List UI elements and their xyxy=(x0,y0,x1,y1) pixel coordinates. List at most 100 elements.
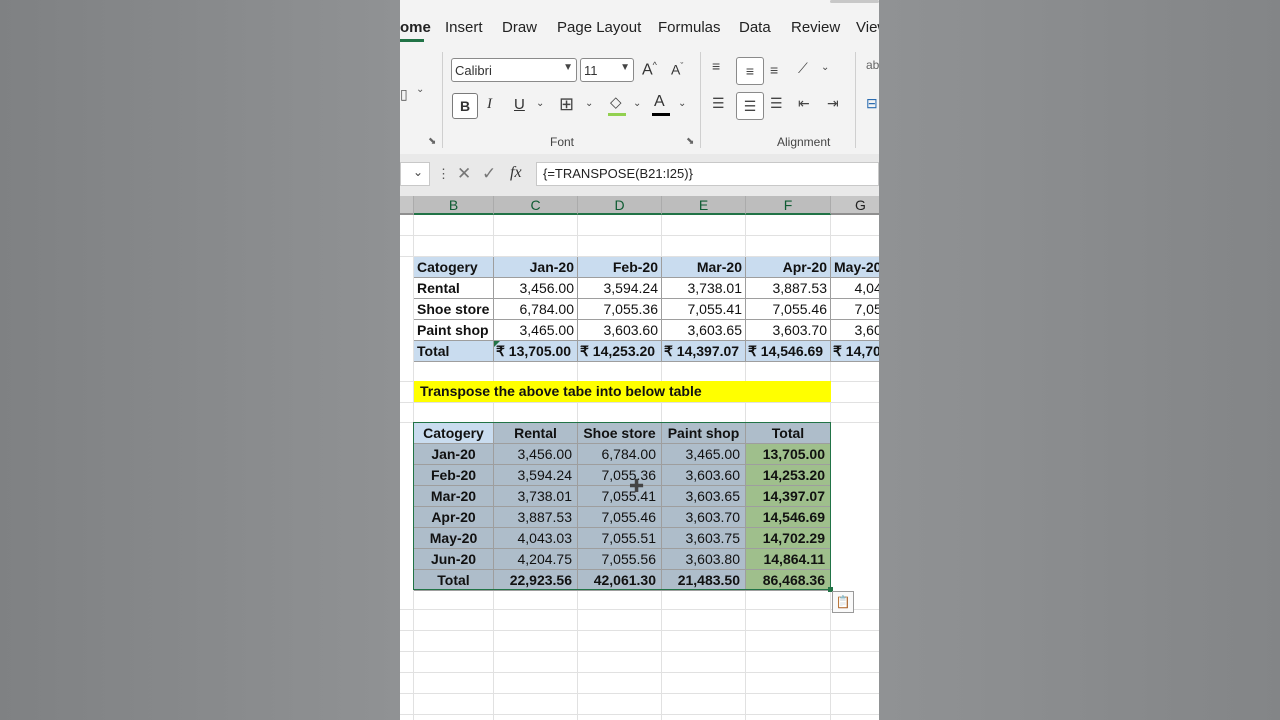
paste-icon[interactable]: ▯ xyxy=(400,86,408,103)
table-cell[interactable]: 3,456.00 xyxy=(494,444,578,465)
table-cell[interactable]: 3,603.75 xyxy=(831,320,879,341)
font-name-combo[interactable]: Calibri ▼ xyxy=(451,58,577,82)
table-cell[interactable]: 3,738.01 xyxy=(494,486,578,507)
column-header-d[interactable]: D xyxy=(578,196,662,215)
table-header-cell[interactable]: Apr-20 xyxy=(746,257,831,278)
table-total-label[interactable]: Total xyxy=(414,570,494,591)
chevron-down-icon[interactable]: ⌄ xyxy=(585,98,593,109)
table-cell[interactable]: 3,594.24 xyxy=(494,465,578,486)
table-cell-total[interactable]: 13,705.00 xyxy=(746,444,831,465)
table-header-cell[interactable]: Rental xyxy=(494,423,578,444)
column-header-f[interactable]: F xyxy=(746,196,831,215)
column-header-e[interactable]: E xyxy=(662,196,746,215)
table-cell[interactable]: 3,738.01 xyxy=(662,278,746,299)
tab-review[interactable]: Review xyxy=(791,19,840,36)
table-cell[interactable]: Shoe store xyxy=(414,299,494,320)
table-row-label[interactable]: Jun-20 xyxy=(414,549,494,570)
tab-view[interactable]: View xyxy=(856,19,879,36)
table-cell[interactable]: 3,603.70 xyxy=(746,320,831,341)
more-options-icon[interactable]: ⋮ xyxy=(437,166,450,182)
align-top-icon[interactable]: ≡ xyxy=(712,58,720,74)
table-cell[interactable]: 3,603.65 xyxy=(662,486,746,507)
table-cell[interactable]: 3,603.60 xyxy=(578,320,662,341)
table-cell[interactable]: 4,043.03 xyxy=(831,278,879,299)
wrap-text-icon[interactable]: ab xyxy=(866,58,879,72)
column-header-c[interactable]: C xyxy=(494,196,578,215)
decrease-indent-icon[interactable]: ⇤ xyxy=(798,95,810,112)
table-cell-total[interactable]: 14,702.29 xyxy=(746,528,831,549)
table-cell[interactable]: 7,055.56 xyxy=(578,549,662,570)
table-cell[interactable]: 3,603.70 xyxy=(662,507,746,528)
table-row-label[interactable]: Mar-20 xyxy=(414,486,494,507)
table-row-label[interactable]: Jan-20 xyxy=(414,444,494,465)
name-box[interactable]: ⌄ xyxy=(400,162,430,186)
font-size-combo[interactable]: 11 ▼ xyxy=(580,58,634,82)
formula-input[interactable]: {=TRANSPOSE(B21:I25)} xyxy=(536,162,879,186)
table-cell[interactable]: 6,784.00 xyxy=(578,444,662,465)
chevron-down-icon[interactable]: ⌄ xyxy=(633,98,641,109)
table-cell[interactable]: 7,055.46 xyxy=(746,299,831,320)
table-cell[interactable]: 3,887.53 xyxy=(494,507,578,528)
table-row-label[interactable]: May-20 xyxy=(414,528,494,549)
table-cell-total[interactable]: 14,397.07 xyxy=(746,486,831,507)
table-cell[interactable]: 3,603.60 xyxy=(662,465,746,486)
align-middle-icon[interactable]: ≡ xyxy=(736,57,764,85)
merge-center-icon[interactable]: ⊟ xyxy=(866,95,878,112)
table-cell[interactable]: 3,603.80 xyxy=(662,549,746,570)
table-cell[interactable]: 3,465.00 xyxy=(662,444,746,465)
table-cell-total[interactable]: 14,546.69 xyxy=(746,507,831,528)
table-cell[interactable]: 7,055.46 xyxy=(578,507,662,528)
chevron-down-icon[interactable]: ⌄ xyxy=(821,62,829,73)
table-row-label[interactable]: Apr-20 xyxy=(414,507,494,528)
table-cell[interactable]: 4,204.75 xyxy=(494,549,578,570)
grow-font-button[interactable]: A^ xyxy=(642,60,657,79)
table-header-cell[interactable]: Total xyxy=(746,423,831,444)
orientation-icon[interactable]: ⟋ xyxy=(798,60,808,77)
table-total-cell[interactable]: 42,061.30 xyxy=(578,570,662,591)
italic-button[interactable]: I xyxy=(487,96,492,113)
table-header-cell[interactable]: Feb-20 xyxy=(578,257,662,278)
font-launcher-icon[interactable]: ⬊ xyxy=(686,136,694,147)
table-cell[interactable]: Rental xyxy=(414,278,494,299)
table-header-cell[interactable]: Catogery xyxy=(414,423,494,444)
align-left-icon[interactable]: ☰ xyxy=(712,95,725,112)
borders-icon[interactable]: ⊞ xyxy=(559,94,574,115)
table-total-cell[interactable]: ₹ 14,702.29 xyxy=(831,341,879,362)
column-header-g[interactable]: G xyxy=(831,196,879,215)
table-cell[interactable]: 3,603.65 xyxy=(662,320,746,341)
table-total-cell[interactable]: ₹ 13,705.00 xyxy=(494,341,578,362)
table-cell[interactable]: 7,055.51 xyxy=(831,299,879,320)
increase-indent-icon[interactable]: ⇥ xyxy=(827,95,839,112)
font-color-button[interactable]: A xyxy=(654,93,665,111)
table-cell-total[interactable]: 14,864.11 xyxy=(746,549,831,570)
underline-button[interactable]: U xyxy=(514,96,525,113)
table-cell[interactable]: 7,055.41 xyxy=(662,299,746,320)
table-cell[interactable]: 6,784.00 xyxy=(494,299,578,320)
chevron-down-icon[interactable]: ⌄ xyxy=(416,84,424,95)
table-cell[interactable]: 3,594.24 xyxy=(578,278,662,299)
table-total-cell[interactable]: 21,483.50 xyxy=(662,570,746,591)
enter-icon[interactable]: ✓ xyxy=(482,164,496,184)
table-header-cell[interactable]: Catogery xyxy=(414,257,494,278)
align-right-icon[interactable]: ☰ xyxy=(770,95,783,112)
table-row-label[interactable]: Feb-20 xyxy=(414,465,494,486)
tab-draw[interactable]: Draw xyxy=(502,19,537,36)
insert-function-button[interactable]: fx xyxy=(510,164,522,182)
table-total-cell[interactable]: ₹ 14,546.69 xyxy=(746,341,831,362)
shrink-font-button[interactable]: Aˇ xyxy=(671,61,683,78)
table-cell[interactable]: 3,465.00 xyxy=(494,320,578,341)
chevron-down-icon[interactable]: ⌄ xyxy=(678,98,686,109)
table-header-cell[interactable]: May-20 xyxy=(831,257,879,278)
table-cell[interactable]: 3,603.75 xyxy=(662,528,746,549)
table-cell[interactable]: 7,055.36 xyxy=(578,465,662,486)
tab-data[interactable]: Data xyxy=(739,19,771,36)
table-total-cell[interactable]: 22,923.56 xyxy=(494,570,578,591)
instruction-banner[interactable]: Transpose the above tabe into below tabl… xyxy=(414,381,831,402)
table-total-cell[interactable]: ₹ 14,397.07 xyxy=(662,341,746,362)
table-header-cell[interactable]: Jan-20 xyxy=(494,257,578,278)
paste-options-icon[interactable]: 📋 xyxy=(832,591,854,613)
table-total-cell[interactable]: Total xyxy=(414,341,494,362)
align-center-icon[interactable]: ☰ xyxy=(736,92,764,120)
bold-button[interactable]: B xyxy=(452,93,478,119)
table-total-cell[interactable]: ₹ 14,253.20 xyxy=(578,341,662,362)
